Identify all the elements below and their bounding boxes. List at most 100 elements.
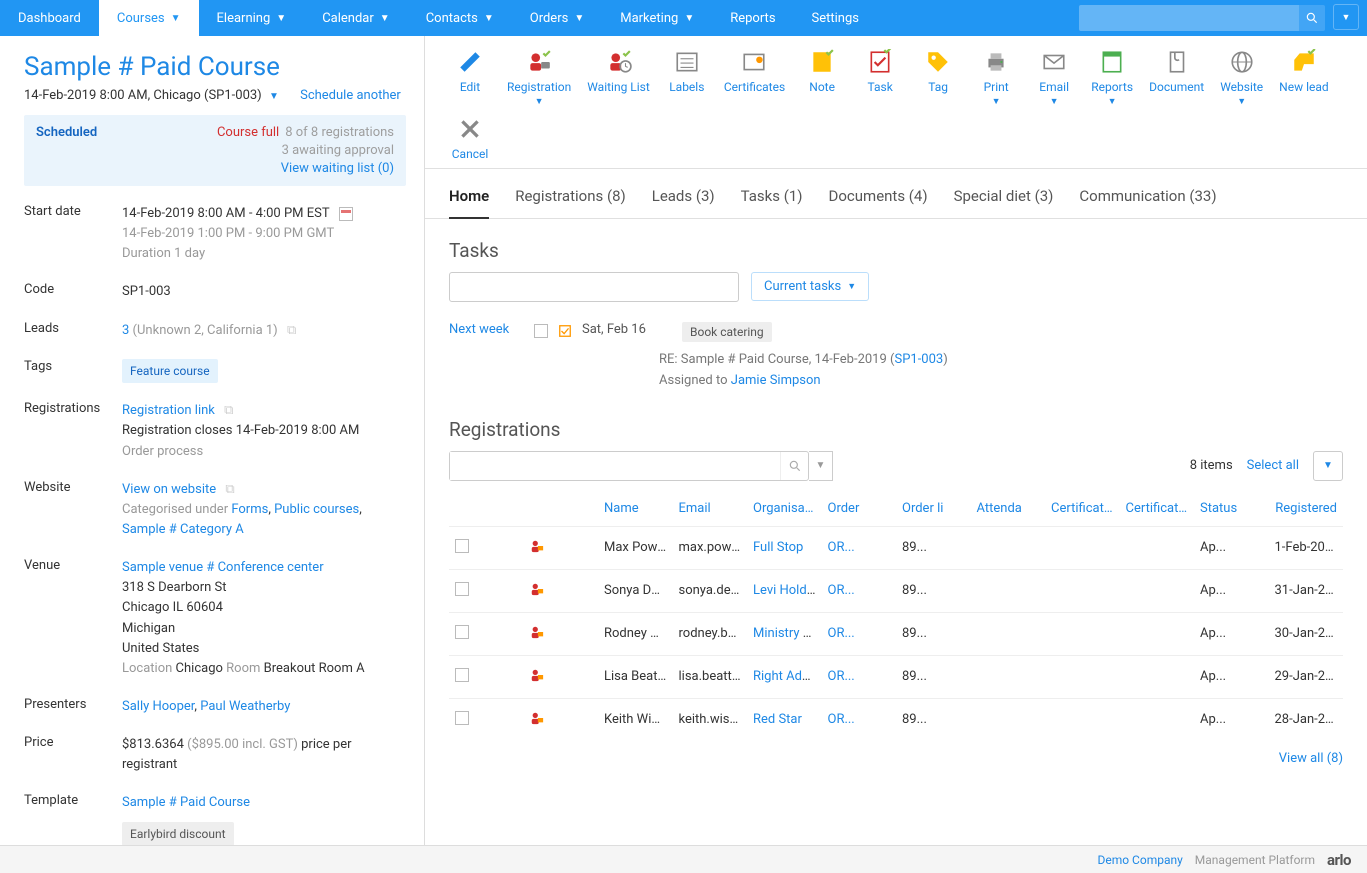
table-row[interactable]: Rodney Bateyrodney.batey@...Ministry of …: [449, 612, 1343, 655]
search-icon[interactable]: [780, 452, 808, 480]
nav-orders[interactable]: Orders▼: [512, 0, 602, 36]
toolbar-print-button[interactable]: Print▼: [969, 46, 1023, 109]
col-status[interactable]: Status: [1194, 491, 1269, 527]
cell-org-link[interactable]: Levi Holdings: [753, 583, 822, 598]
toolbar-reports-button[interactable]: Reports▼: [1085, 46, 1139, 109]
row-checkbox[interactable]: [455, 668, 469, 682]
tab-communication[interactable]: Communication (33): [1079, 179, 1216, 218]
cell-order-link[interactable]: OR...: [828, 626, 855, 641]
tag-earlybird[interactable]: Earlybird discount: [122, 822, 234, 845]
row-checkbox[interactable]: [455, 711, 469, 725]
cat-forms[interactable]: Forms: [231, 502, 268, 517]
toolbar-cancel-button[interactable]: Cancel: [443, 113, 497, 163]
tab-home[interactable]: Home: [449, 179, 489, 219]
tab-registrations[interactable]: Registrations (8): [515, 179, 626, 218]
task-flag-icon[interactable]: [558, 324, 572, 338]
toolbar-certificates-button[interactable]: Certificates: [718, 46, 791, 109]
col-registered[interactable]: Registered: [1269, 491, 1344, 527]
next-week-link[interactable]: Next week: [449, 322, 524, 337]
toolbar-edit-button[interactable]: Edit: [443, 46, 497, 109]
cell-order-link[interactable]: OR...: [828, 583, 855, 598]
table-row[interactable]: Lisa Beattielisa.beattie@rig...Right Adv…: [449, 655, 1343, 698]
registrations-more-dropdown[interactable]: ▼: [1313, 451, 1343, 481]
nav-marketing[interactable]: Marketing▼: [602, 0, 712, 36]
footer-company[interactable]: Demo Company: [1097, 853, 1182, 867]
calendar-icon[interactable]: [339, 207, 353, 221]
view-waiting-list-link[interactable]: View waiting list (0): [281, 161, 394, 176]
cat-public[interactable]: Public courses: [274, 502, 359, 517]
search-input[interactable]: [1079, 5, 1299, 31]
toolbar-email-button[interactable]: Email▼: [1027, 46, 1081, 109]
course-datetime[interactable]: 14-Feb-2019 8:00 AM, Chicago (SP1-003): [24, 88, 262, 103]
col-organisation[interactable]: Organisation: [747, 491, 822, 527]
task-badge[interactable]: Book catering: [682, 322, 772, 342]
current-tasks-button[interactable]: Current tasks▼: [751, 272, 869, 301]
schedule-another-link[interactable]: Schedule another: [300, 88, 401, 103]
cat-sample-a[interactable]: Sample # Category A: [122, 522, 244, 537]
cell-org-link[interactable]: Full Stop: [753, 540, 803, 555]
col-certificate-se[interactable]: Certificate se: [1045, 491, 1120, 527]
external-link-icon[interactable]: ⧉: [225, 482, 234, 497]
tag-feature-course[interactable]: Feature course: [122, 359, 218, 384]
toolbar-waiting-button[interactable]: Waiting List: [581, 46, 656, 109]
task-checkbox[interactable]: [534, 324, 548, 338]
venue-addr1: 318 S Dearborn St: [122, 580, 226, 595]
view-all-link[interactable]: View all (8): [1279, 751, 1343, 766]
table-row[interactable]: Keith Wisnerkeith.wisner@r...Red StarOR.…: [449, 698, 1343, 741]
view-on-website-link[interactable]: View on website: [122, 482, 216, 497]
cell-order-link[interactable]: OR...: [828, 540, 855, 555]
toolbar-tag-button[interactable]: Tag: [911, 46, 965, 109]
venue-link[interactable]: Sample venue # Conference center: [122, 560, 324, 575]
tab-documents[interactable]: Documents (4): [829, 179, 928, 218]
select-all-link[interactable]: Select all: [1247, 458, 1299, 473]
tasks-filter-input[interactable]: [449, 272, 739, 302]
toolbar-registration-button[interactable]: Registration▼: [501, 46, 577, 109]
toolbar-newlead-button[interactable]: New lead: [1273, 46, 1335, 109]
presenter-sally[interactable]: Sally Hooper: [122, 699, 194, 714]
table-row[interactable]: Sonya Delat...sonya.delatorre...Levi Hol…: [449, 569, 1343, 612]
col-email[interactable]: Email: [673, 491, 748, 527]
nav-settings[interactable]: Settings: [794, 0, 877, 36]
col-attenda[interactable]: Attenda: [971, 491, 1046, 527]
registrations-search-input[interactable]: [450, 452, 780, 480]
assigned-to-link[interactable]: Jamie Simpson: [731, 373, 821, 388]
nav-contacts[interactable]: Contacts▼: [408, 0, 512, 36]
external-link-icon[interactable]: ⧉: [287, 323, 296, 338]
toolbar-website-button[interactable]: Website▼: [1214, 46, 1269, 109]
presenter-paul[interactable]: Paul Weatherby: [200, 699, 290, 714]
registrations-filter-dropdown[interactable]: ▼: [809, 451, 833, 481]
row-checkbox[interactable]: [455, 539, 469, 553]
col-order-li[interactable]: Order li: [896, 491, 971, 527]
toolbar-labels-button[interactable]: Labels: [660, 46, 714, 109]
col-order[interactable]: Order: [822, 491, 897, 527]
tab-tasks[interactable]: Tasks (1): [741, 179, 803, 218]
tab-leads[interactable]: Leads (3): [652, 179, 715, 218]
nav-elearning[interactable]: Elearning▼: [199, 0, 305, 36]
registration-link[interactable]: Registration link: [122, 403, 215, 418]
task-re-code[interactable]: SP1-003: [894, 352, 943, 367]
tab-special[interactable]: Special diet (3): [954, 179, 1054, 218]
template-link[interactable]: Sample # Paid Course: [122, 795, 250, 810]
user-menu-button[interactable]: ▼: [1333, 4, 1359, 30]
cell-org-link[interactable]: Ministry of Edu...: [753, 626, 822, 641]
cell-order-link[interactable]: OR...: [828, 669, 855, 684]
nav-reports[interactable]: Reports: [712, 0, 793, 36]
nav-calendar[interactable]: Calendar▼: [304, 0, 407, 36]
search-button[interactable]: [1299, 5, 1325, 31]
cell-org-link[interactable]: Right Advice: [753, 669, 822, 684]
cell-order-link[interactable]: OR...: [828, 712, 855, 727]
cell-org-link[interactable]: Red Star: [753, 712, 802, 727]
toolbar-note-button[interactable]: Note: [795, 46, 849, 109]
leads-count-link[interactable]: 3: [122, 323, 129, 338]
col-certificate-se[interactable]: Certificate se: [1120, 491, 1195, 527]
nav-dashboard[interactable]: Dashboard: [0, 0, 99, 36]
row-checkbox[interactable]: [455, 625, 469, 639]
row-checkbox[interactable]: [455, 582, 469, 596]
toolbar-document-button[interactable]: Document: [1143, 46, 1210, 109]
col-name[interactable]: Name: [598, 491, 673, 527]
table-row[interactable]: Max Powermax.power@ful...Full StopOR...8…: [449, 526, 1343, 569]
nav-courses[interactable]: Courses▼: [99, 0, 199, 36]
toolbar-task-button[interactable]: Task: [853, 46, 907, 109]
external-link-icon[interactable]: ⧉: [224, 403, 233, 418]
chevron-down-icon[interactable]: ▼: [269, 91, 279, 102]
